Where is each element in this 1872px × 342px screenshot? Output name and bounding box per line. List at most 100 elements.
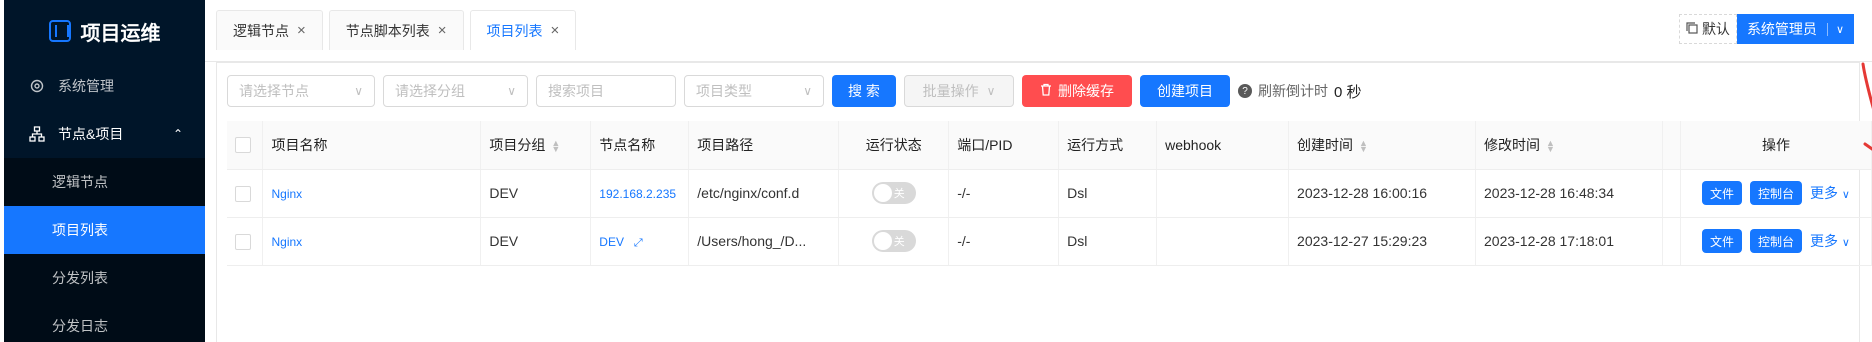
sidebar-item-project-list[interactable]: 项目列表 (4, 206, 205, 254)
actions-cell: 文件 控制台 更多 ∨ (1680, 217, 1872, 266)
cluster-icon (28, 125, 46, 143)
webhook-cell (1156, 217, 1290, 266)
tab-label: 节点脚本列表 (345, 22, 430, 39)
node-link[interactable]: DEV (599, 235, 624, 249)
col-header-label: 修改时间 (1484, 136, 1540, 153)
sidebar: 项目运维 系统管理 节点&项目 ⌃ 逻辑节点 项目列表 分发列表 分发日志 (0, 0, 205, 342)
sidebar-item-logic-node[interactable]: 逻辑节点 (4, 158, 205, 206)
file-button[interactable]: 文件 (1701, 229, 1742, 253)
node-select[interactable]: 请选择节点 ∨ (227, 75, 375, 107)
type-select[interactable]: 项目类型 ∨ (684, 75, 824, 107)
tabs-bar: 逻辑节点 × 节点脚本列表 × 项目列表 × 默认 系统管理员 ∨ (205, 0, 1872, 62)
col-header[interactable]: 项目分组 ▲ ▼ (480, 121, 592, 170)
col-header[interactable]: 创建时间 ▲ ▼ (1288, 121, 1476, 170)
clear-cache-label: 删除缓存 (1058, 83, 1114, 99)
console-button[interactable]: 控制台 (1749, 229, 1802, 253)
user-menu-button[interactable]: 系统管理员 ∨ (1736, 14, 1854, 44)
countdown-value: 0 秒 (1334, 83, 1362, 101)
modified-cell: 2023-12-28 17:18:01 (1475, 217, 1663, 266)
tab-logic-node[interactable]: 逻辑节点 × (216, 10, 323, 50)
node-link[interactable]: 192.168.2.235 (599, 187, 676, 201)
run-status-switch[interactable]: 关 (871, 230, 916, 252)
project-name-link[interactable]: Nginx (271, 187, 302, 201)
node-cell: DEV ⤢ (590, 217, 690, 266)
project-name-cell: Nginx (262, 169, 482, 218)
sort-icon: ▲ ▼ (1546, 138, 1555, 155)
sidebar-item-dispatch-log[interactable]: 分发日志 (4, 302, 205, 342)
project-table: 项目名称 项目分组 ▲ ▼ 节点名称 项目路径 运行状态 端口/PID 运行方式 w… (227, 121, 1872, 266)
menu-node-project[interactable]: 节点&项目 ⌃ (4, 110, 205, 158)
tab-label: 逻辑节点 (233, 22, 289, 39)
col-header-label: 创建时间 (1297, 136, 1354, 153)
col-header: 项目名称 (262, 121, 482, 170)
close-icon[interactable]: × (297, 22, 306, 39)
batch-label: 批量操作 (922, 83, 979, 99)
console-button[interactable]: 控制台 (1749, 181, 1802, 205)
sidebar-item-dispatch-list[interactable]: 分发列表 (4, 254, 205, 302)
brand: 项目运维 (4, 0, 205, 62)
menu-system-management[interactable]: 系统管理 (4, 62, 205, 110)
workspace-default-button[interactable]: 默认 (1678, 14, 1737, 44)
select-placeholder: 请选择节点 (239, 83, 309, 99)
chevron-down-icon: ∨ (354, 84, 363, 98)
group-select[interactable]: 请选择分组 ∨ (383, 75, 528, 107)
col-header: webhook (1156, 121, 1290, 170)
status-cell: 关 (838, 217, 950, 266)
sort-icon: ▲ ▼ (1359, 138, 1368, 155)
modified-cell: 2023-12-28 16:48:34 (1475, 169, 1663, 218)
gear-icon (28, 77, 46, 95)
clear-cache-button[interactable]: 删除缓存 (1022, 75, 1132, 107)
chevron-up-icon: ⌃ (172, 127, 183, 141)
close-icon[interactable]: × (551, 22, 560, 39)
search-input[interactable]: 搜索项目 (536, 75, 676, 107)
logo-icon (48, 20, 71, 42)
question-icon[interactable]: ? (1238, 84, 1252, 98)
mode-cell: Dsl (1058, 169, 1158, 218)
chevron-down-icon: ∨ (1841, 237, 1850, 249)
spacer-cell (1662, 217, 1681, 266)
col-header: 项目路径 (688, 121, 840, 170)
file-button[interactable]: 文件 (1701, 181, 1742, 205)
more-dropdown[interactable]: 更多 ∨ (1810, 231, 1850, 251)
batch-operation-button[interactable]: 批量操作 ∨ (904, 75, 1014, 107)
col-spacer (1662, 121, 1681, 170)
col-header-label: 项目分组 (489, 136, 546, 153)
copy-icon (1686, 21, 1698, 37)
default-label: 默认 (1701, 21, 1730, 37)
col-header: 端口/PID (948, 121, 1060, 170)
project-name-cell: Nginx (262, 217, 482, 266)
chevron-down-icon: ∨ (1826, 22, 1844, 36)
close-icon[interactable]: × (438, 22, 447, 39)
user-label: 系统管理员 (1746, 21, 1817, 37)
more-label: 更多 (1810, 233, 1838, 249)
table-row: Nginx DEV DEV ⤢ /Users/hong_/D... 关 -/- … (227, 217, 1872, 266)
search-button[interactable]: 搜 索 (832, 75, 896, 107)
col-header[interactable]: 修改时间 ▲ ▼ (1475, 121, 1663, 170)
delete-icon (1040, 83, 1052, 99)
col-header: 运行方式 (1058, 121, 1158, 170)
row-select-cell (227, 169, 264, 218)
path-cell: /Users/hong_/D... (688, 217, 840, 266)
node-cell: 192.168.2.235 (590, 169, 690, 218)
webhook-cell (1156, 169, 1290, 218)
header-actions: 默认 系统管理员 ∨ (1678, 14, 1854, 44)
tab-project-list[interactable]: 项目列表 × (469, 10, 577, 50)
run-status-switch[interactable]: 关 (871, 182, 916, 204)
tab-node-script-list[interactable]: 节点脚本列表 × (328, 10, 464, 50)
group-cell: DEV (480, 169, 592, 218)
status-cell: 关 (838, 169, 950, 218)
expand-icon[interactable]: ⤢ (634, 237, 643, 249)
port-cell: -/- (948, 217, 1060, 266)
col-header: 节点名称 (590, 121, 690, 170)
project-name-link[interactable]: Nginx (271, 235, 302, 249)
mode-cell: Dsl (1058, 217, 1158, 266)
row-checkbox[interactable] (235, 185, 251, 202)
created-cell: 2023-12-28 16:00:16 (1288, 169, 1476, 218)
brand-title: 项目运维 (80, 22, 161, 45)
row-checkbox[interactable] (235, 233, 251, 250)
more-dropdown[interactable]: 更多 ∨ (1810, 183, 1850, 203)
create-project-button[interactable]: 创建项目 (1140, 75, 1230, 107)
created-cell: 2023-12-27 15:29:23 (1288, 217, 1476, 266)
select-all-checkbox[interactable] (235, 137, 251, 154)
menu-label: 节点&项目 (58, 126, 124, 142)
